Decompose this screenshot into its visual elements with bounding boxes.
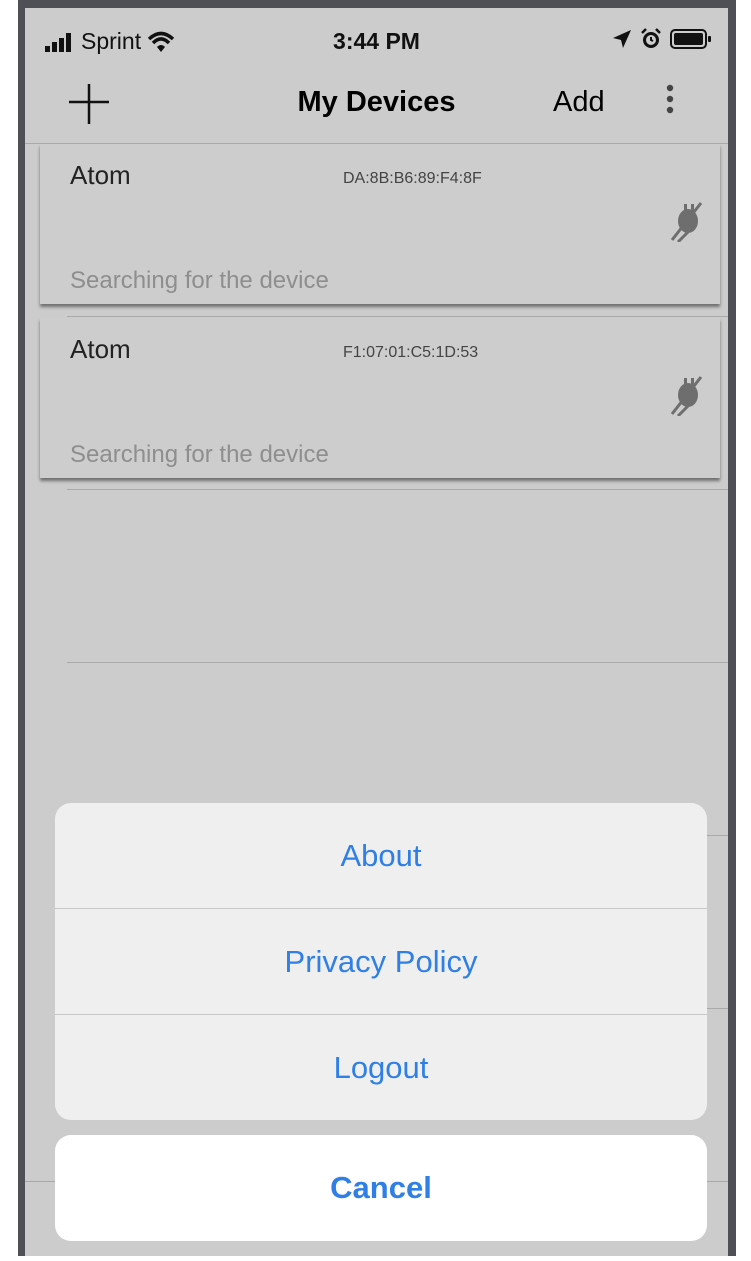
about-button[interactable]: About — [55, 803, 707, 908]
device-name: Atom — [70, 160, 131, 190]
alarm-icon — [641, 28, 661, 48]
more-vertical-icon[interactable] — [655, 82, 685, 122]
disconnected-plug-icon — [670, 202, 703, 242]
add-button[interactable]: Add — [553, 86, 605, 119]
logout-button[interactable]: Logout — [55, 1015, 707, 1120]
phone-screen: Sprint 3:44 PM My Devices Add Atom DA:8B… — [25, 8, 728, 1256]
device-mac-address: F1:07:01:C5:1D:53 — [343, 344, 479, 361]
status-icons — [612, 28, 712, 50]
device-mac-address: DA:8B:B6:89:F4:8F — [343, 170, 482, 187]
divider — [67, 316, 728, 317]
device-card[interactable]: Atom F1:07:01:C5:1D:53 Searching for the… — [40, 318, 720, 478]
divider — [67, 489, 728, 490]
disconnected-plug-icon — [670, 376, 703, 416]
location-icon — [613, 30, 631, 48]
navigation-bar: My Devices Add — [25, 78, 728, 144]
divider — [67, 662, 728, 663]
device-name: Atom — [70, 334, 131, 364]
cancel-button[interactable]: Cancel — [55, 1135, 707, 1241]
battery-icon — [670, 29, 711, 49]
status-bar: Sprint 3:44 PM — [25, 8, 728, 78]
device-status: Searching for the device — [70, 267, 329, 294]
device-card[interactable]: Atom DA:8B:B6:89:F4:8F Searching for the… — [40, 144, 720, 304]
action-sheet: About Privacy Policy Logout — [55, 803, 707, 1120]
privacy-policy-button[interactable]: Privacy Policy — [55, 909, 707, 1014]
device-status: Searching for the device — [70, 441, 329, 468]
page-title: My Devices — [297, 86, 456, 118]
